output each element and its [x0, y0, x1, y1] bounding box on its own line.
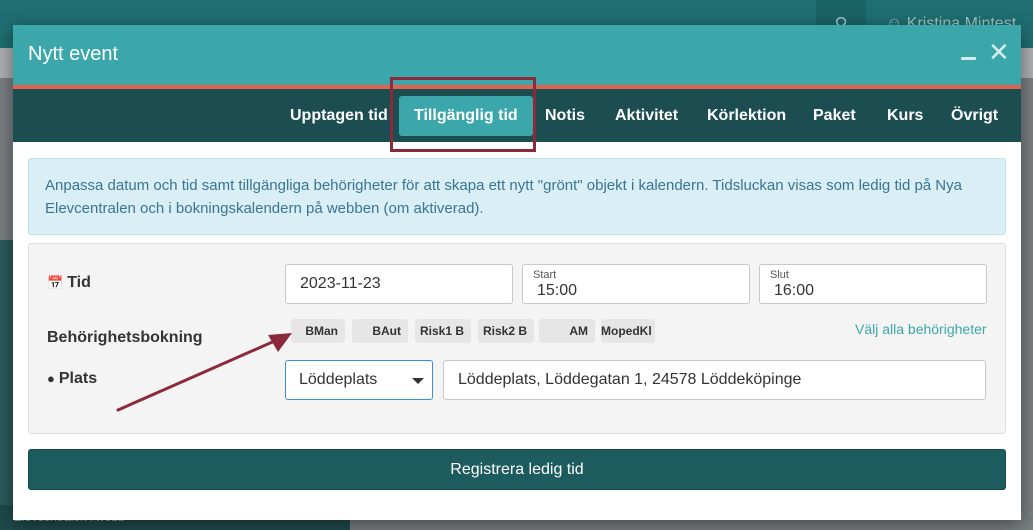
- chip-baut[interactable]: BAut: [352, 319, 408, 343]
- tab-ovrigt[interactable]: Övrigt: [951, 89, 998, 142]
- new-event-modal: Nytt event ✕ Upptagen tid Tillgänglig ti…: [13, 25, 1021, 520]
- start-value: 15:00: [537, 282, 578, 299]
- address-input[interactable]: Löddeplats, Löddegatan 1, 24578 Löddeköp…: [443, 360, 986, 400]
- tab-kurs[interactable]: Kurs: [887, 89, 923, 142]
- chip-risk2b[interactable]: Risk2 B: [478, 319, 534, 343]
- select-all-link[interactable]: Välj alla behörigheter: [855, 321, 987, 337]
- tab-tillganglig-tid[interactable]: Tillgänglig tid: [399, 96, 533, 136]
- tab-upptagen-tid[interactable]: Upptagen tid: [290, 89, 388, 142]
- tid-label: 📅 Tid: [47, 274, 91, 292]
- modal-title: Nytt event: [28, 43, 119, 65]
- plats-label-text: Plats: [58, 370, 98, 387]
- chip-am[interactable]: AM: [539, 319, 595, 343]
- start-time-input[interactable]: Start 15:00: [522, 264, 750, 304]
- end-value: 16:00: [774, 282, 815, 299]
- plats-label: ● Plats: [47, 370, 97, 388]
- end-time-input[interactable]: Slut 16:00: [759, 264, 987, 304]
- address-value: Löddeplats, Löddegatan 1, 24578 Löddeköp…: [458, 371, 802, 388]
- close-icon[interactable]: ✕: [988, 39, 1010, 65]
- tab-paket[interactable]: Paket: [813, 89, 856, 142]
- chip-bman[interactable]: BMan: [291, 319, 345, 343]
- modal-header: Nytt event ✕: [13, 25, 1021, 85]
- end-caption: Slut: [770, 269, 789, 281]
- map-marker-icon: ●: [47, 371, 55, 386]
- info-alert: Anpassa datum och tid samt tillgängliga …: [28, 158, 1006, 235]
- chip-risk1b[interactable]: Risk1 B: [415, 319, 471, 343]
- chevron-down-icon: [412, 378, 424, 384]
- chip-mopedkl[interactable]: MopedKl: [601, 319, 655, 343]
- behorighetsbokning-label: Behörighetsbokning: [47, 329, 203, 346]
- date-value: 2023-11-23: [300, 275, 381, 292]
- plats-select-value: Löddeplats: [299, 371, 378, 388]
- event-form-panel: 📅 Tid 2023-11-23 Start 15:00 Slut 16:00 B…: [28, 243, 1006, 434]
- date-input[interactable]: 2023-11-23: [285, 264, 513, 304]
- tab-notis[interactable]: Notis: [545, 89, 585, 142]
- plats-select[interactable]: Löddeplats: [285, 360, 433, 400]
- tid-label-text: Tid: [67, 274, 91, 291]
- tab-aktivitet[interactable]: Aktivitet: [615, 89, 678, 142]
- minimize-icon[interactable]: [961, 57, 976, 60]
- register-button[interactable]: Registrera ledig tid: [28, 449, 1006, 490]
- event-type-tabs: Upptagen tid Tillgänglig tid Notis Aktiv…: [13, 89, 1021, 142]
- start-caption: Start: [533, 269, 557, 281]
- calendar-icon: 📅: [47, 275, 64, 290]
- tab-korlektion[interactable]: Körlektion: [707, 89, 786, 142]
- background-calendar-column: [0, 240, 14, 530]
